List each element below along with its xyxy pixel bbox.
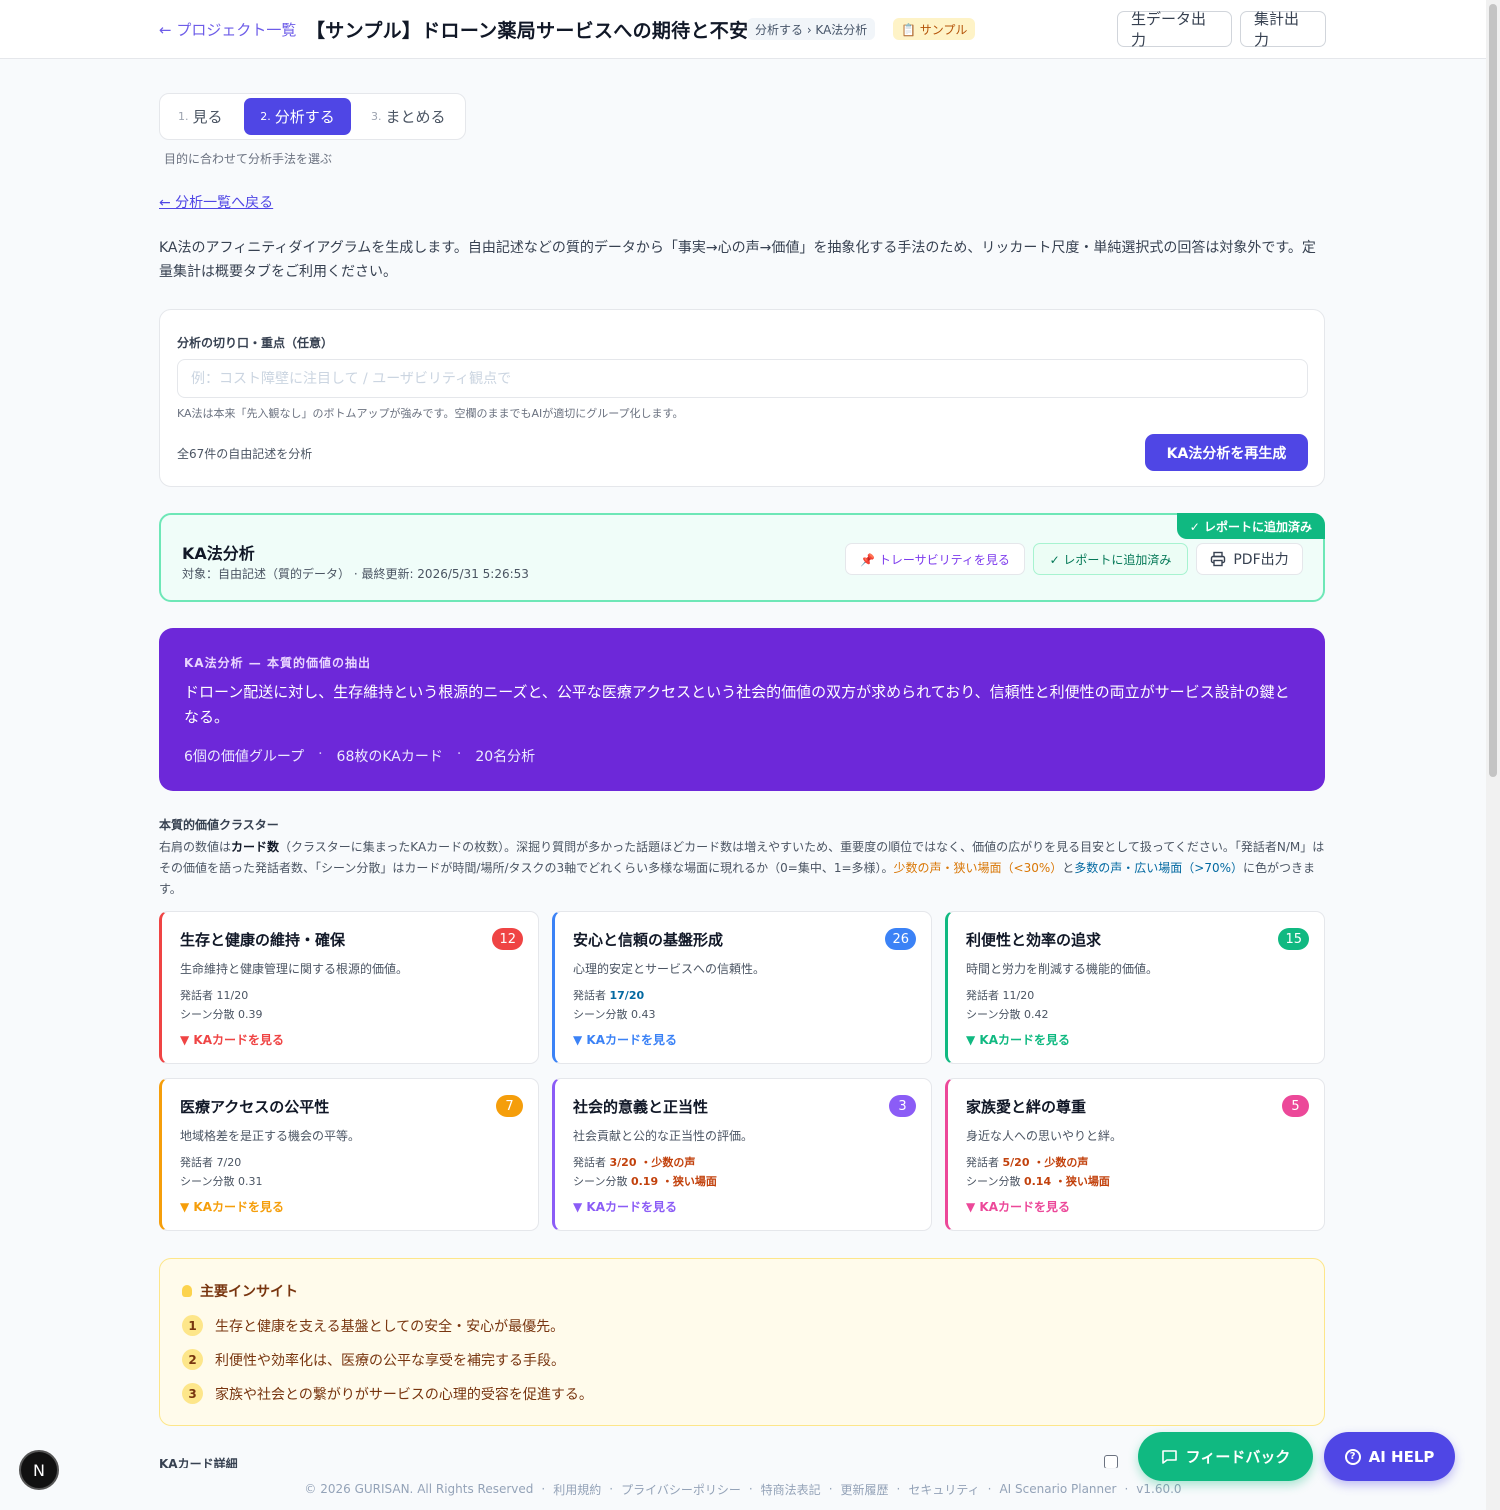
tab-summarize[interactable]: 3. まとめる — [371, 98, 446, 135]
traceability-button[interactable]: 📌 トレーサビリティを見る — [845, 543, 1025, 575]
page-title: 【サンプル】ドローン薬局サービスへの期待と不安 — [306, 20, 749, 42]
essential-value-summary: KA法分析 — 本質的価値の抽出 ドローン配送に対し、生存維持という根源的ニーズ… — [159, 628, 1325, 791]
added-to-report-ribbon: ✓ レポートに追加済み — [1176, 513, 1325, 539]
result-header-card: ✓ レポートに追加済み KA法分析 対象：自由記述（質的データ） · 最終更新:… — [159, 513, 1325, 602]
focus-label: 分析の切り口・重点（任意） — [177, 336, 334, 350]
cluster-card: 社会的意義と正当性 3 社会貢献と公的な正当性の評価。 発話者 3/20 ・少数… — [552, 1078, 932, 1231]
analysis-options-card: 分析の切り口・重点（任意） KA法は本来「先入観なし」のボトムアップが強みです。… — [159, 309, 1325, 487]
stat-people: 20名分析 — [475, 749, 536, 765]
raw-data-export-button[interactable]: 生データ出力 — [1117, 10, 1232, 49]
speaker-ratio: 発話者 11/20 — [966, 989, 1035, 1002]
view-ka-cards-link[interactable]: ▼ KAカードを見る — [573, 1198, 677, 1215]
view-ka-cards-link[interactable]: ▼ KAカードを見る — [966, 1031, 1070, 1048]
ai-help-button[interactable]: ? AI HELP — [1324, 1432, 1455, 1481]
breadcrumb: 分析する › KA法分析 — [747, 18, 876, 40]
feedback-button[interactable]: フィードバック — [1138, 1432, 1313, 1481]
summary-export-button[interactable]: 集計出力 — [1240, 10, 1326, 49]
stat-cards: 68枚のKAカード — [336, 749, 443, 765]
card-count-badge: 5 — [1282, 1095, 1309, 1117]
dev-tools-badge[interactable]: N — [19, 1450, 59, 1490]
cluster-card: 安心と信頼の基盤形成 26 心理的安定とサービスへの信頼性。 発話者 17/20… — [552, 911, 932, 1064]
step-tabs: 1. 見る 2. 分析する 3. まとめる — [159, 93, 466, 140]
summary-stats: 6個の価値グループ · 68枚のKAカード · 20名分析 — [184, 746, 535, 766]
step-hint: 目的に合わせて分析手法を選ぶ — [164, 152, 333, 166]
regenerate-button[interactable]: KA法分析を再生成 — [1145, 434, 1308, 471]
card-count-badge: 15 — [1278, 928, 1309, 950]
scene-dispersion: シーン分散 0.43 — [573, 1008, 656, 1021]
stat-separator: · — [318, 746, 323, 762]
key-insights-card: 主要インサイト 1 生存と健康を支える基盤としての安全・安心が最優先。 2 利便性や… — [159, 1258, 1325, 1426]
insight-item: 2 利便性や効率化は、医療の公平な享受を補完する手段。 — [182, 1349, 565, 1370]
focus-note: KA法は本来「先入観なし」のボトムアップが強みです。空欄のままでもAIが適切にグ… — [177, 407, 684, 420]
speaker-ratio: 発話者 17/20 — [573, 989, 645, 1002]
focus-input[interactable] — [177, 359, 1308, 398]
insight-item: 3 家族や社会との繋がりがサービスの心理的受容を促進する。 — [182, 1383, 593, 1404]
view-ka-cards-link[interactable]: ▼ KAカードを見る — [180, 1031, 284, 1048]
insight-item: 1 生存と健康を支える基盤としての安全・安心が最優先。 — [182, 1315, 564, 1336]
select-checkbox[interactable] — [1104, 1455, 1118, 1469]
speaker-ratio: 発話者 7/20 — [180, 1156, 242, 1169]
tab-view[interactable]: 1. 見る — [178, 98, 223, 135]
stat-groups: 6個の価値グループ — [184, 749, 305, 765]
scene-dispersion: シーン分散 0.19 ・狭い場面 — [573, 1175, 717, 1188]
speaker-ratio: 発話者 3/20 ・少数の声 — [573, 1156, 696, 1169]
scene-dispersion: シーン分散 0.39 — [180, 1008, 263, 1021]
scrollbar-thumb[interactable] — [1489, 4, 1497, 777]
summary-kicker: KA法分析 — 本質的価値の抽出 — [184, 656, 371, 670]
cluster-card: 医療アクセスの公平性 7 地域格差を是正する機会の平等。 発話者 7/20 シー… — [159, 1078, 539, 1231]
footer-security-link[interactable]: セキュリティ — [908, 1481, 979, 1498]
scene-dispersion: シーン分散 0.14 ・狭い場面 — [966, 1175, 1110, 1188]
scrollbar[interactable] — [1486, 0, 1500, 1510]
cluster-card: 家族愛と絆の尊重 5 身近な人への思いやりと絆。 発話者 5/20 ・少数の声 … — [945, 1078, 1325, 1231]
scene-dispersion: シーン分散 0.42 — [966, 1008, 1049, 1021]
view-ka-cards-link[interactable]: ▼ KAカードを見る — [180, 1198, 284, 1215]
help-circle-icon: ? — [1344, 1448, 1361, 1465]
result-title: KA法分析 — [182, 544, 255, 563]
lightbulb-icon — [182, 1285, 192, 1297]
cluster-card: 生存と健康の維持・確保 12 生命維持と健康管理に関する根源的価値。 発話者 1… — [159, 911, 539, 1064]
stat-separator: · — [456, 746, 462, 762]
back-to-projects-link[interactable]: ← プロジェクト一覧 — [159, 19, 296, 40]
speaker-ratio: 発話者 5/20 ・少数の声 — [966, 1156, 1089, 1169]
card-count-badge: 3 — [889, 1095, 916, 1117]
clusters-section-description: 右肩の数値はカード数（クラスターに集まったKAカードの枚数）。深掘り質問が多かっ… — [159, 840, 1325, 896]
card-count-badge: 12 — [492, 928, 523, 950]
speaker-ratio: 発話者 11/20 — [180, 989, 249, 1002]
back-to-analysis-list-link[interactable]: ← 分析一覧へ戻る — [159, 192, 273, 212]
top-header: ← プロジェクト一覧 【サンプル】ドローン薬局サービスへの期待と不安 分析する … — [0, 0, 1486, 59]
pdf-export-button[interactable]: PDF出力 — [1196, 543, 1303, 575]
cluster-card: 利便性と効率の追求 15 時間と労力を削減する機能的価値。 発話者 11/20 … — [945, 911, 1325, 1064]
response-count: 全67件の自由記述を分析 — [177, 447, 313, 461]
chat-bubble-icon — [1161, 1450, 1177, 1464]
added-to-report-button[interactable]: ✓ レポートに追加済み — [1033, 543, 1188, 575]
scene-dispersion: シーン分散 0.31 — [180, 1175, 263, 1188]
footer-product-link[interactable]: AI Scenario Planner — [999, 1482, 1116, 1496]
footer-changelog-link[interactable]: 更新履歴 — [841, 1481, 889, 1498]
footer-legal-link[interactable]: 特商法表記 — [761, 1481, 821, 1498]
intro-text: KA法のアフィニティダイアグラムを生成します。自由記述などの質的データから「事実… — [159, 240, 1316, 280]
tab-analyze[interactable]: 2. 分析する — [244, 98, 351, 135]
footer-version: v1.60.0 — [1136, 1482, 1182, 1496]
insights-title: 主要インサイト — [182, 1281, 298, 1301]
result-meta: 対象：自由記述（質的データ） · 最終更新: 2026/5/31 5:26:53 — [182, 567, 529, 581]
card-count-badge: 7 — [496, 1095, 523, 1117]
copyright: © 2026 GURISAN. All Rights Reserved — [304, 1482, 534, 1496]
view-ka-cards-link[interactable]: ▼ KAカードを見る — [966, 1198, 1070, 1215]
clusters-section-title: 本質的価値クラスター — [159, 818, 279, 832]
footer-privacy-link[interactable]: プライバシーポリシー — [621, 1481, 741, 1498]
footer-terms-link[interactable]: 利用規約 — [553, 1481, 601, 1498]
printer-icon — [1211, 551, 1226, 567]
view-ka-cards-link[interactable]: ▼ KAカードを見る — [573, 1031, 677, 1048]
card-count-badge: 26 — [885, 928, 916, 950]
sample-badge: 📋 サンプル — [893, 18, 976, 40]
summary-text: ドローン配送に対し、生存維持という根源的ニーズと、公平な医療アクセスという社会的… — [184, 683, 1290, 726]
